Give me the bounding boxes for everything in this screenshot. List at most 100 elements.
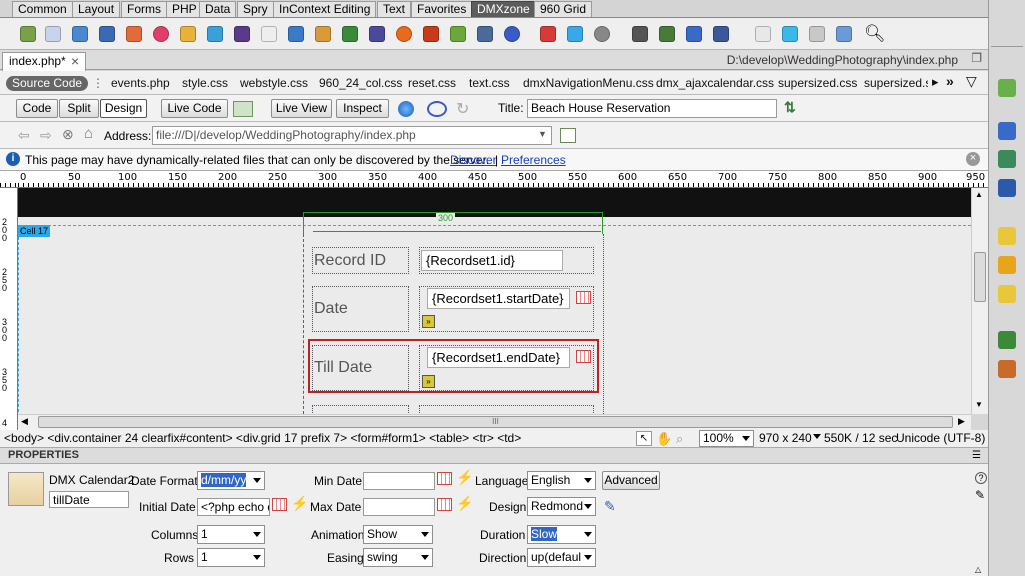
source-code-button[interactable]: Source Code — [6, 76, 89, 91]
databases-icon[interactable] — [998, 227, 1016, 245]
insert-panel-icon[interactable] — [998, 79, 1016, 97]
file-management-icon[interactable]: ⇅ — [784, 99, 796, 116]
window-icon[interactable] — [369, 26, 385, 42]
design-view-button[interactable]: Design — [100, 99, 147, 118]
close-icon[interactable]: × — [966, 152, 980, 166]
live-view-button[interactable]: Live View — [271, 99, 332, 118]
related-file[interactable]: style.css — [182, 76, 228, 90]
banner-icon[interactable] — [423, 26, 439, 42]
search-icon[interactable]: 🔍︎ — [864, 24, 886, 44]
page-icon[interactable] — [45, 26, 61, 42]
address-dropdown-icon[interactable]: ▼ — [538, 129, 547, 139]
scroll-thumb[interactable] — [974, 252, 986, 302]
inspect-button[interactable]: Inspect — [336, 99, 389, 118]
bubble-icon[interactable] — [782, 26, 798, 42]
media-icon[interactable] — [126, 26, 142, 42]
properties-header[interactable]: PROPERTIES — [0, 448, 988, 464]
related-file[interactable]: dmx_ajaxcalendar.css — [656, 76, 774, 90]
duration-select[interactable]: Slow — [527, 525, 596, 544]
calendar-icon[interactable] — [576, 291, 591, 304]
tag-inspector-icon[interactable] — [998, 179, 1016, 197]
form-value-cell[interactable] — [419, 405, 594, 414]
css-panel-icon[interactable] — [998, 122, 1016, 140]
zoom-select[interactable]: 100% — [699, 430, 754, 447]
browse-options-icon[interactable] — [560, 128, 576, 143]
lightning-icon[interactable]: ⚡ — [291, 495, 308, 512]
design-canvas[interactable]: Cell 17 300 Record ID {Recordset1.id} Da… — [18, 188, 971, 414]
orange-circle-icon[interactable] — [396, 26, 412, 42]
tab-incontext-editing[interactable]: InContext Editing — [273, 1, 377, 17]
scroll-thumb[interactable]: III — [38, 416, 953, 428]
initial-date-input[interactable]: <?php echo d — [197, 498, 270, 516]
image-icon[interactable] — [180, 26, 196, 42]
address-input[interactable]: file:///D|/develop/WeddingPhotography/in… — [152, 126, 552, 145]
related-file[interactable]: webstyle.css — [240, 76, 308, 90]
calendar-icon[interactable] — [540, 26, 556, 42]
related-file[interactable]: reset.css — [408, 76, 456, 90]
list-icon[interactable] — [261, 26, 277, 42]
tag-icon[interactable] — [450, 26, 466, 42]
advanced-button[interactable]: Advanced — [602, 471, 660, 490]
related-file[interactable]: supersized.s — [864, 76, 928, 90]
tiles-icon[interactable] — [288, 26, 304, 42]
record-id-field[interactable]: {Recordset1.id} — [421, 250, 563, 271]
document-icon[interactable] — [755, 26, 771, 42]
video-icon[interactable] — [477, 26, 493, 42]
calendar-icon[interactable] — [576, 350, 591, 363]
edit-icon[interactable]: ✎ — [975, 488, 985, 502]
window-size-dropdown-icon[interactable] — [813, 434, 821, 439]
browser-icon[interactable] — [836, 26, 852, 42]
hand-tool-icon[interactable]: ✋ — [656, 430, 672, 447]
tab-common[interactable]: Common — [12, 1, 73, 17]
refresh-icon[interactable]: ↻ — [456, 99, 469, 119]
tab-data[interactable]: Data — [199, 1, 237, 17]
filter-icon[interactable]: ▽ — [966, 73, 977, 90]
rows-select[interactable]: 1 — [197, 548, 265, 567]
tab-spry[interactable]: Spry — [237, 1, 274, 17]
film-icon[interactable] — [632, 26, 648, 42]
columns-select[interactable]: 1 — [197, 525, 265, 544]
chevron-right-icon[interactable]: ▸ — [932, 74, 939, 90]
circle-icon[interactable] — [153, 26, 169, 42]
refresh-icon[interactable] — [504, 26, 520, 42]
widget-id-input[interactable]: tillDate — [49, 491, 129, 508]
widget-icon[interactable] — [20, 26, 36, 42]
collapse-icon[interactable]: △ — [975, 565, 981, 574]
tag-selector[interactable]: <body> <div.container 24 clearfix#conten… — [4, 430, 521, 447]
tab-dmxzone[interactable]: DMXzone — [471, 1, 536, 17]
tab-text[interactable]: Text — [377, 1, 412, 17]
tab-php[interactable]: PHP — [166, 1, 203, 17]
leaf-icon[interactable] — [342, 26, 358, 42]
form-label-cell[interactable] — [312, 405, 409, 414]
window-size[interactable]: 970 x 240 — [759, 430, 812, 447]
scroll-up-icon[interactable]: ▲ — [975, 190, 983, 199]
forward-icon[interactable]: ⇨ — [40, 127, 52, 144]
facebook-icon[interactable] — [713, 26, 729, 42]
twitter-icon[interactable] — [567, 26, 583, 42]
live-code-button[interactable]: Live Code — [161, 99, 228, 118]
ap-elements-icon[interactable] — [998, 150, 1016, 168]
direction-select[interactable]: up(defaul — [527, 548, 596, 567]
split-view-button[interactable]: Split — [59, 99, 99, 118]
visual-aids-icon[interactable] — [427, 101, 447, 117]
edit-icon[interactable] — [315, 26, 331, 42]
tab-960-grid[interactable]: 960 Grid — [534, 1, 593, 17]
tab-forms[interactable]: Forms — [121, 1, 167, 17]
preferences-link[interactable]: Preferences — [501, 153, 566, 167]
lightning-icon[interactable]: ⚡ — [456, 469, 473, 486]
audio-icon[interactable] — [594, 26, 610, 42]
easing-select[interactable]: swing — [363, 548, 433, 567]
fullscreen-icon[interactable] — [686, 26, 702, 42]
bindings-icon[interactable] — [998, 256, 1016, 274]
page-title-input[interactable]: Beach House Reservation — [527, 99, 777, 118]
stop-icon[interactable]: ⊗ — [62, 126, 74, 143]
language-select[interactable]: English — [527, 471, 596, 490]
zoom-tool-icon[interactable]: ⌕ — [676, 430, 683, 447]
animation-select[interactable]: Show — [363, 525, 433, 544]
calendar-icon[interactable] — [272, 498, 287, 511]
assets-panel-icon[interactable] — [998, 360, 1016, 378]
panel-menu-icon[interactable]: ☰ — [972, 450, 981, 461]
edit-theme-icon[interactable]: ✎ — [604, 498, 616, 515]
scroll-down-icon[interactable]: ▼ — [975, 400, 983, 409]
tab-favorites[interactable]: Favorites — [411, 1, 473, 17]
